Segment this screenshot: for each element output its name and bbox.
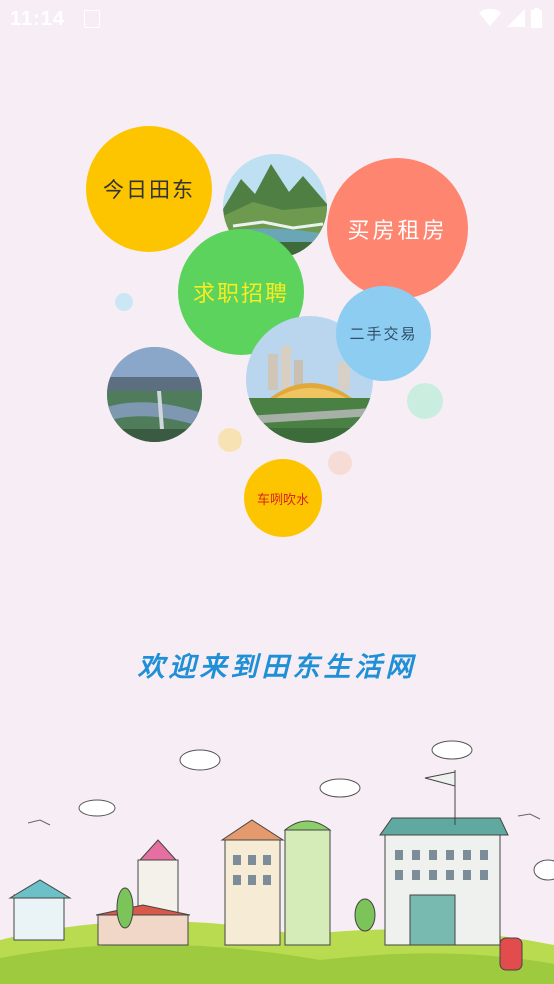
today-tiandong-button[interactable]: 今日田东 bbox=[86, 126, 212, 252]
second-hand-trade-button[interactable]: 二手交易 bbox=[336, 286, 431, 381]
system-icons bbox=[479, 8, 542, 28]
car-chat-label: 车咧吹水 bbox=[256, 492, 309, 508]
second-hand-trade-label: 二手交易 bbox=[349, 325, 418, 343]
notification-icon bbox=[84, 10, 100, 28]
car-chat-button[interactable]: 车咧吹水 bbox=[244, 459, 322, 537]
photo-bubble-aerial bbox=[107, 347, 202, 442]
decor-dot bbox=[218, 428, 242, 452]
decor-dot bbox=[407, 383, 443, 419]
buy-rent-house-label: 买房租房 bbox=[347, 218, 448, 244]
town-illustration bbox=[0, 740, 554, 984]
signal-icon bbox=[507, 9, 525, 27]
status-bar: 11:14 bbox=[0, 0, 554, 40]
status-time: 11:14 bbox=[10, 8, 66, 30]
today-tiandong-label: 今日田东 bbox=[103, 178, 195, 202]
welcome-text: 欢迎来到田东生活网 bbox=[137, 652, 417, 683]
job-recruit-label: 求职招聘 bbox=[192, 282, 289, 307]
aerial-city-image bbox=[107, 347, 202, 442]
battery-icon bbox=[531, 8, 542, 28]
wifi-icon bbox=[479, 9, 501, 26]
decor-dot bbox=[115, 293, 133, 311]
buy-rent-house-button[interactable]: 买房租房 bbox=[327, 158, 468, 299]
decor-dot bbox=[328, 451, 352, 475]
